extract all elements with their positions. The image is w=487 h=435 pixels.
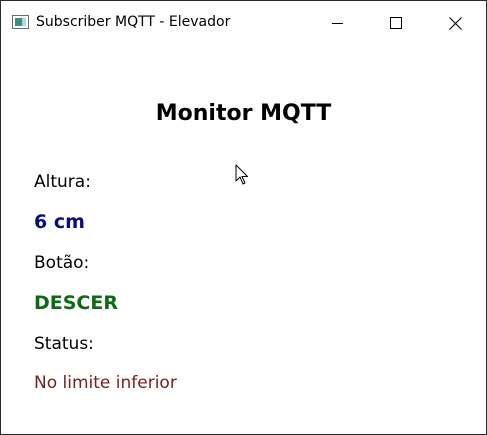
maximize-icon	[389, 16, 402, 29]
app-window: Subscriber MQTT - Elevador Monitor MQTT …	[0, 0, 487, 435]
title-bar[interactable]: Subscriber MQTT - Elevador	[1, 1, 486, 45]
page-title: Monitor MQTT	[155, 101, 332, 126]
altura-label: Altura:	[34, 172, 91, 192]
close-button[interactable]	[426, 1, 484, 45]
minimize-icon	[332, 23, 343, 24]
status-value: No limite inferior	[34, 373, 177, 393]
botao-value: DESCER	[34, 292, 118, 314]
botao-label: Botão:	[34, 253, 90, 273]
status-label: Status:	[34, 334, 94, 354]
window-content: Monitor MQTT Altura: 6 cm Botão: DESCER …	[1, 45, 486, 434]
window-app-icon[interactable]	[12, 15, 29, 29]
mouse-pointer-icon	[235, 164, 248, 185]
window-title: Subscriber MQTT - Elevador	[36, 14, 231, 30]
minimize-button[interactable]	[309, 1, 367, 45]
maximize-button[interactable]	[367, 1, 425, 45]
close-icon	[448, 16, 462, 30]
altura-value: 6 cm	[34, 211, 85, 233]
